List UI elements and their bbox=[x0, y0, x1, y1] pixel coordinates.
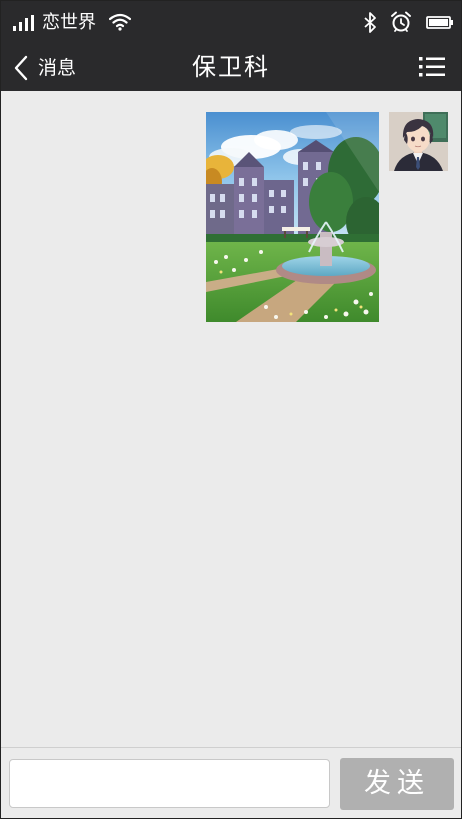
message-input[interactable] bbox=[9, 759, 330, 808]
back-button[interactable]: 消息 bbox=[13, 51, 76, 85]
status-bar: 恋世界 bbox=[1, 1, 461, 45]
alarm-icon bbox=[391, 11, 411, 32]
message-image[interactable] bbox=[206, 112, 379, 322]
chevron-left-icon bbox=[14, 55, 28, 81]
chat-area[interactable] bbox=[1, 91, 461, 747]
phone-frame: 恋世界 保卫科 消息 发送 bbox=[0, 0, 462, 819]
signal-icon bbox=[13, 15, 34, 31]
bluetooth-icon bbox=[364, 12, 376, 33]
input-bar: 发送 bbox=[1, 747, 461, 818]
battery-icon bbox=[426, 16, 453, 29]
send-button[interactable]: 发送 bbox=[340, 758, 454, 810]
wifi-icon bbox=[109, 13, 131, 31]
back-label: 消息 bbox=[38, 57, 77, 79]
carrier-name: 恋世界 bbox=[42, 12, 96, 33]
avatar[interactable] bbox=[389, 112, 448, 171]
list-menu-icon[interactable] bbox=[419, 56, 445, 78]
nav-bar: 保卫科 消息 bbox=[1, 45, 461, 91]
